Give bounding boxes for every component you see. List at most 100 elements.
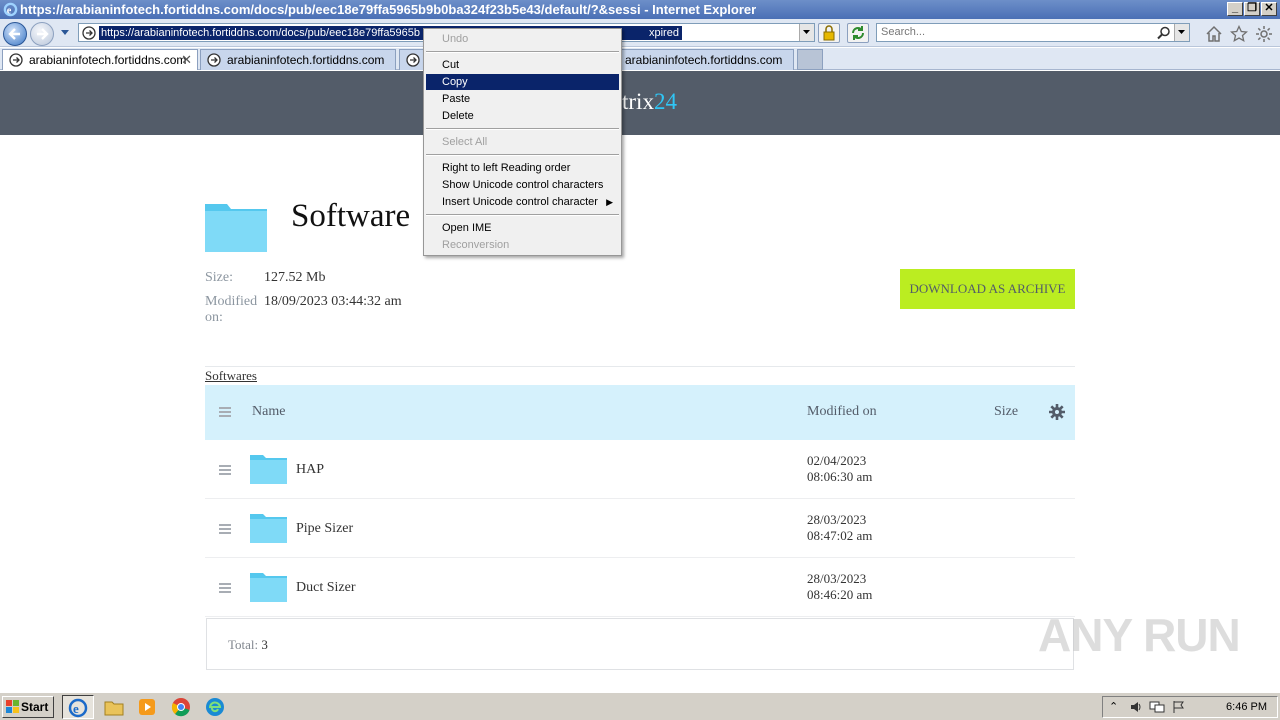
table-row[interactable]: Pipe Sizer 28/03/2023 08:47:02 am [205, 499, 1075, 558]
windows-logo-icon [6, 700, 19, 713]
explorer-icon[interactable] [104, 697, 124, 717]
size-label: Size: [205, 270, 233, 285]
folder-icon [250, 514, 287, 543]
menu-item-insert-unicode[interactable]: Insert Unicode control character ▶ [426, 194, 619, 210]
folder-icon [250, 455, 287, 484]
menu-item-copy[interactable]: Copy [426, 74, 619, 90]
table-footer: Total: 3 [206, 618, 1074, 670]
modified-label: Modified [205, 294, 258, 309]
flag-icon[interactable] [1172, 700, 1186, 714]
settings-gear-icon[interactable] [1048, 403, 1066, 421]
menu-item-undo[interactable]: Undo [426, 31, 619, 47]
menu-separator [426, 214, 619, 216]
forward-button[interactable] [30, 22, 54, 46]
row-name[interactable]: HAP [296, 462, 324, 478]
folder-icon [250, 573, 287, 602]
favorites-star-icon[interactable] [1230, 25, 1248, 43]
forward-arrow-icon [37, 28, 49, 40]
network-icon[interactable] [1149, 700, 1165, 714]
row-modified: 02/04/2023 08:06:30 am [807, 453, 873, 484]
back-arrow-icon [8, 28, 20, 40]
lock-icon [823, 25, 835, 41]
refresh-button[interactable] [847, 23, 869, 43]
window-title-bar: e https://arabianinfotech.fortiddns.com/… [0, 0, 1280, 19]
drag-handle-icon[interactable] [219, 407, 231, 417]
page-icon [9, 53, 23, 67]
security-lock-button[interactable] [818, 23, 840, 43]
address-url-tail[interactable]: xpired [624, 26, 682, 40]
clock[interactable]: 6:46 PM [1226, 701, 1267, 713]
menu-item-reconversion[interactable]: Reconversion [426, 237, 619, 253]
page-icon [82, 26, 96, 40]
folder-title: Software [291, 198, 411, 234]
tab-label: arabianinfotech.fortiddns.com [227, 53, 385, 67]
modified-label-2: on: [205, 310, 223, 325]
menu-item-open-ime[interactable]: Open IME [426, 220, 619, 236]
search-box[interactable]: Search... [876, 23, 1190, 42]
volume-icon[interactable] [1129, 700, 1143, 714]
back-button[interactable] [3, 22, 27, 46]
system-tray: ⌃ 6:46 PM [1102, 696, 1278, 718]
taskbar: Start e ⌃ 6:46 PM [0, 692, 1280, 720]
edge-icon[interactable] [205, 697, 225, 717]
menu-item-show-unicode[interactable]: Show Unicode control characters [426, 177, 619, 193]
table-header: Name Modified on Size [205, 385, 1075, 440]
row-name[interactable]: Pipe Sizer [296, 521, 353, 537]
drag-handle-icon[interactable] [219, 583, 231, 593]
column-size[interactable]: Size [994, 404, 1018, 420]
total-count: 3 [261, 637, 268, 652]
page-icon [207, 53, 221, 67]
menu-separator [426, 128, 619, 130]
window-title: https://arabianinfotech.fortiddns.com/do… [20, 2, 757, 17]
column-modified[interactable]: Modified on [807, 404, 877, 420]
media-player-icon[interactable] [137, 697, 157, 717]
menu-item-cut[interactable]: Cut [426, 57, 619, 73]
restore-button[interactable]: ❐ [1244, 2, 1260, 16]
site-header: trix24 [0, 71, 1280, 135]
tab-4[interactable]: arabianinfotech.fortiddns.com [598, 49, 794, 70]
show-hidden-icons[interactable]: ⌃ [1109, 700, 1118, 713]
taskbar-ie-button[interactable]: e [62, 695, 94, 719]
gear-icon[interactable] [1255, 25, 1273, 43]
modified-value: 18/09/2023 03:44:32 am [264, 294, 402, 309]
menu-item-paste[interactable]: Paste [426, 91, 619, 107]
menu-item-delete[interactable]: Delete [426, 108, 619, 124]
tab-label: arabianinfotech.fortiddns.com [625, 53, 783, 67]
submenu-arrow-icon: ▶ [606, 197, 613, 207]
tab-1[interactable]: arabianinfotech.fortiddns.com ✕ [2, 49, 198, 70]
breadcrumb[interactable]: Softwares [205, 368, 257, 384]
menu-item-select-all[interactable]: Select All [426, 134, 619, 150]
minimize-button[interactable]: _ [1227, 2, 1243, 16]
page-icon [406, 53, 420, 67]
drag-handle-icon[interactable] [219, 524, 231, 534]
new-tab-button[interactable] [797, 49, 823, 70]
ie-logo-icon: e [3, 2, 18, 17]
search-placeholder: Search... [881, 26, 926, 38]
total-label: Total: [228, 637, 259, 652]
search-dropdown-button[interactable] [1174, 24, 1189, 41]
context-menu: Undo Cut Copy Paste Delete Select All Ri… [423, 28, 622, 256]
menu-item-rtl-reading[interactable]: Right to left Reading order [426, 160, 619, 176]
row-name[interactable]: Duct Sizer [296, 580, 355, 596]
divider [205, 366, 1075, 367]
home-icon[interactable] [1205, 25, 1223, 43]
watermark: ANY RUN [1038, 609, 1241, 661]
address-dropdown-button[interactable] [799, 24, 814, 41]
download-archive-button[interactable]: DOWNLOAD AS ARCHIVE [900, 269, 1075, 309]
table-row[interactable]: Duct Sizer 28/03/2023 08:46:20 am [205, 558, 1075, 617]
chrome-icon[interactable] [171, 697, 191, 717]
site-logo[interactable]: trix24 [622, 89, 677, 115]
start-button[interactable]: Start [2, 696, 54, 718]
ie-icon: e [68, 698, 88, 718]
table-row[interactable]: HAP 02/04/2023 08:06:30 am [205, 440, 1075, 499]
chevron-down-icon [1178, 30, 1185, 34]
menu-separator [426, 51, 619, 53]
search-icon[interactable] [1157, 26, 1171, 40]
tab-2[interactable]: arabianinfotech.fortiddns.com [200, 49, 396, 70]
drag-handle-icon[interactable] [219, 465, 231, 475]
close-window-button[interactable]: ✕ [1261, 2, 1277, 16]
recent-pages-dropdown-icon[interactable] [60, 29, 70, 37]
column-name[interactable]: Name [252, 404, 285, 420]
close-tab-icon[interactable]: ✕ [181, 50, 192, 70]
row-modified: 28/03/2023 08:47:02 am [807, 512, 873, 543]
